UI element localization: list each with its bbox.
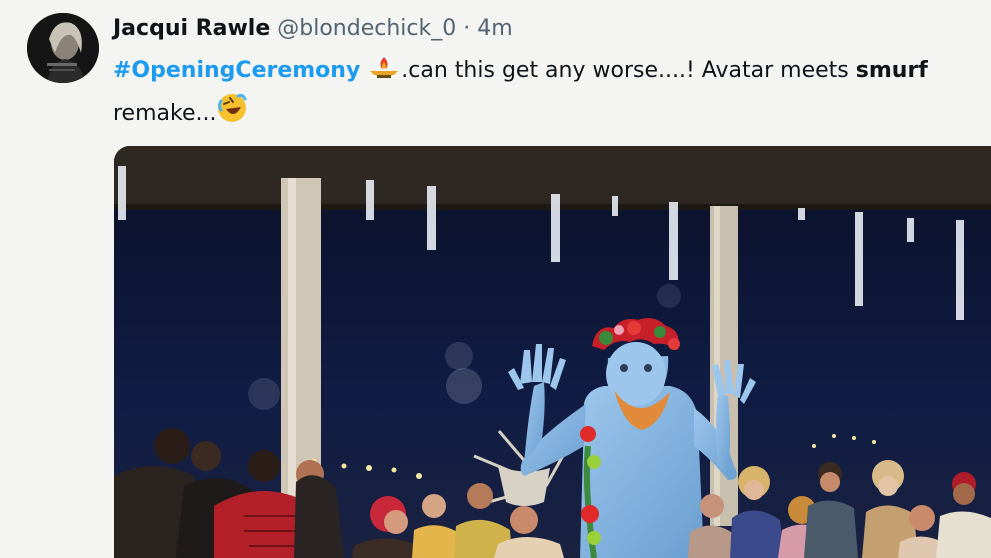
tweet-timestamp[interactable]: 4m <box>477 16 512 41</box>
avatar-image <box>27 13 99 83</box>
tweet-text-bold: smurf <box>855 58 928 83</box>
tweet[interactable]: Jacqui Rawle @blondechick_0 · 4m #Openin… <box>0 0 991 558</box>
avatar[interactable] <box>27 13 99 83</box>
separator-dot: · <box>463 16 471 41</box>
tweet-media[interactable] <box>114 146 991 558</box>
rolling-laughing-icon <box>216 92 248 135</box>
tweet-header: Jacqui Rawle @blondechick_0 · 4m <box>113 14 513 44</box>
tweet-text-part1: .can this get any worse....! Avatar meet… <box>401 58 856 83</box>
tweet-text: #OpeningCeremony .can this get any worse… <box>113 54 983 135</box>
hashtag-link[interactable]: #OpeningCeremony <box>113 58 360 83</box>
event-photo <box>114 146 991 558</box>
olympic-torch-icon <box>367 55 401 92</box>
author-name[interactable]: Jacqui Rawle <box>113 16 270 41</box>
author-handle[interactable]: @blondechick_0 <box>277 16 456 41</box>
tweet-text-part2: remake... <box>113 101 217 126</box>
